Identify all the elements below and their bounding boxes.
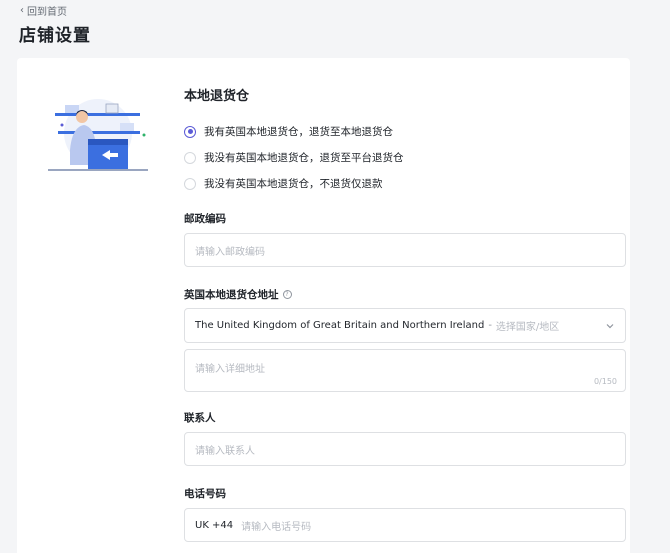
contact-label-text: 联系人 — [184, 412, 216, 424]
radio-option-label: 我没有英国本地退货仓，不退货仅退款 — [204, 178, 383, 190]
contact-label: 联系人 — [184, 410, 216, 425]
character-counter: 0/150 — [593, 377, 617, 386]
phone-placeholder: 请输入电话号码 — [241, 521, 312, 533]
radio-option-local-warehouse[interactable]: 我有英国本地退货仓，退货至本地退货仓 — [184, 124, 393, 139]
radio-unchecked-icon[interactable] — [184, 151, 196, 164]
postal-code-placeholder: 请输入邮政编码 — [195, 246, 265, 258]
country-region-select[interactable]: The United Kingdom of Great Britain and … — [184, 308, 626, 343]
contact-input[interactable]: 请输入联系人 — [184, 432, 626, 466]
radio-option-refund-only[interactable]: 我没有英国本地退货仓，不退货仅退款 — [184, 176, 383, 191]
phone-country-code[interactable]: UK +44 — [195, 520, 233, 531]
phone-label-text: 电话号码 — [184, 488, 226, 500]
chevron-left-icon: ‹ — [20, 5, 24, 16]
radio-option-label: 我没有英国本地退货仓，退货至平台退货仓 — [204, 152, 404, 164]
radio-option-platform-warehouse[interactable]: 我没有英国本地退货仓，退货至平台退货仓 — [184, 150, 404, 165]
postal-code-input[interactable]: 请输入邮政编码 — [184, 233, 626, 267]
radio-checked-icon[interactable] — [184, 125, 196, 138]
detail-address-placeholder: 请输入详细地址 — [195, 364, 265, 375]
info-icon[interactable]: ? — [282, 290, 292, 299]
back-to-home-link[interactable]: ‹ 回到首页 — [20, 3, 67, 18]
phone-input[interactable]: UK +44 请输入电话号码 — [184, 508, 626, 542]
address-label-text: 英国本地退货仓地址 — [184, 289, 279, 301]
postal-code-label: 邮政编码 — [184, 211, 226, 226]
phone-label: 电话号码 — [184, 486, 226, 501]
country-value: The United Kingdom of Great Britain and … — [195, 320, 485, 331]
radio-option-label: 我有英国本地退货仓，退货至本地退货仓 — [204, 126, 393, 138]
return-warehouse-illustration — [48, 99, 148, 171]
radio-unchecked-icon[interactable] — [184, 177, 196, 190]
region-placeholder: 选择国家/地区 — [495, 322, 560, 333]
postal-code-label-text: 邮政编码 — [184, 213, 226, 225]
section-title: 本地退货仓 — [184, 89, 250, 104]
back-link-label: 回到首页 — [27, 7, 67, 18]
contact-placeholder: 请输入联系人 — [195, 445, 255, 457]
country-separator: - — [488, 320, 492, 331]
detail-address-textarea[interactable]: 请输入详细地址 0/150 — [184, 349, 626, 392]
chevron-down-icon — [606, 323, 614, 328]
page-title: 店铺设置 — [19, 26, 91, 46]
address-label: 英国本地退货仓地址 ? — [184, 287, 292, 302]
